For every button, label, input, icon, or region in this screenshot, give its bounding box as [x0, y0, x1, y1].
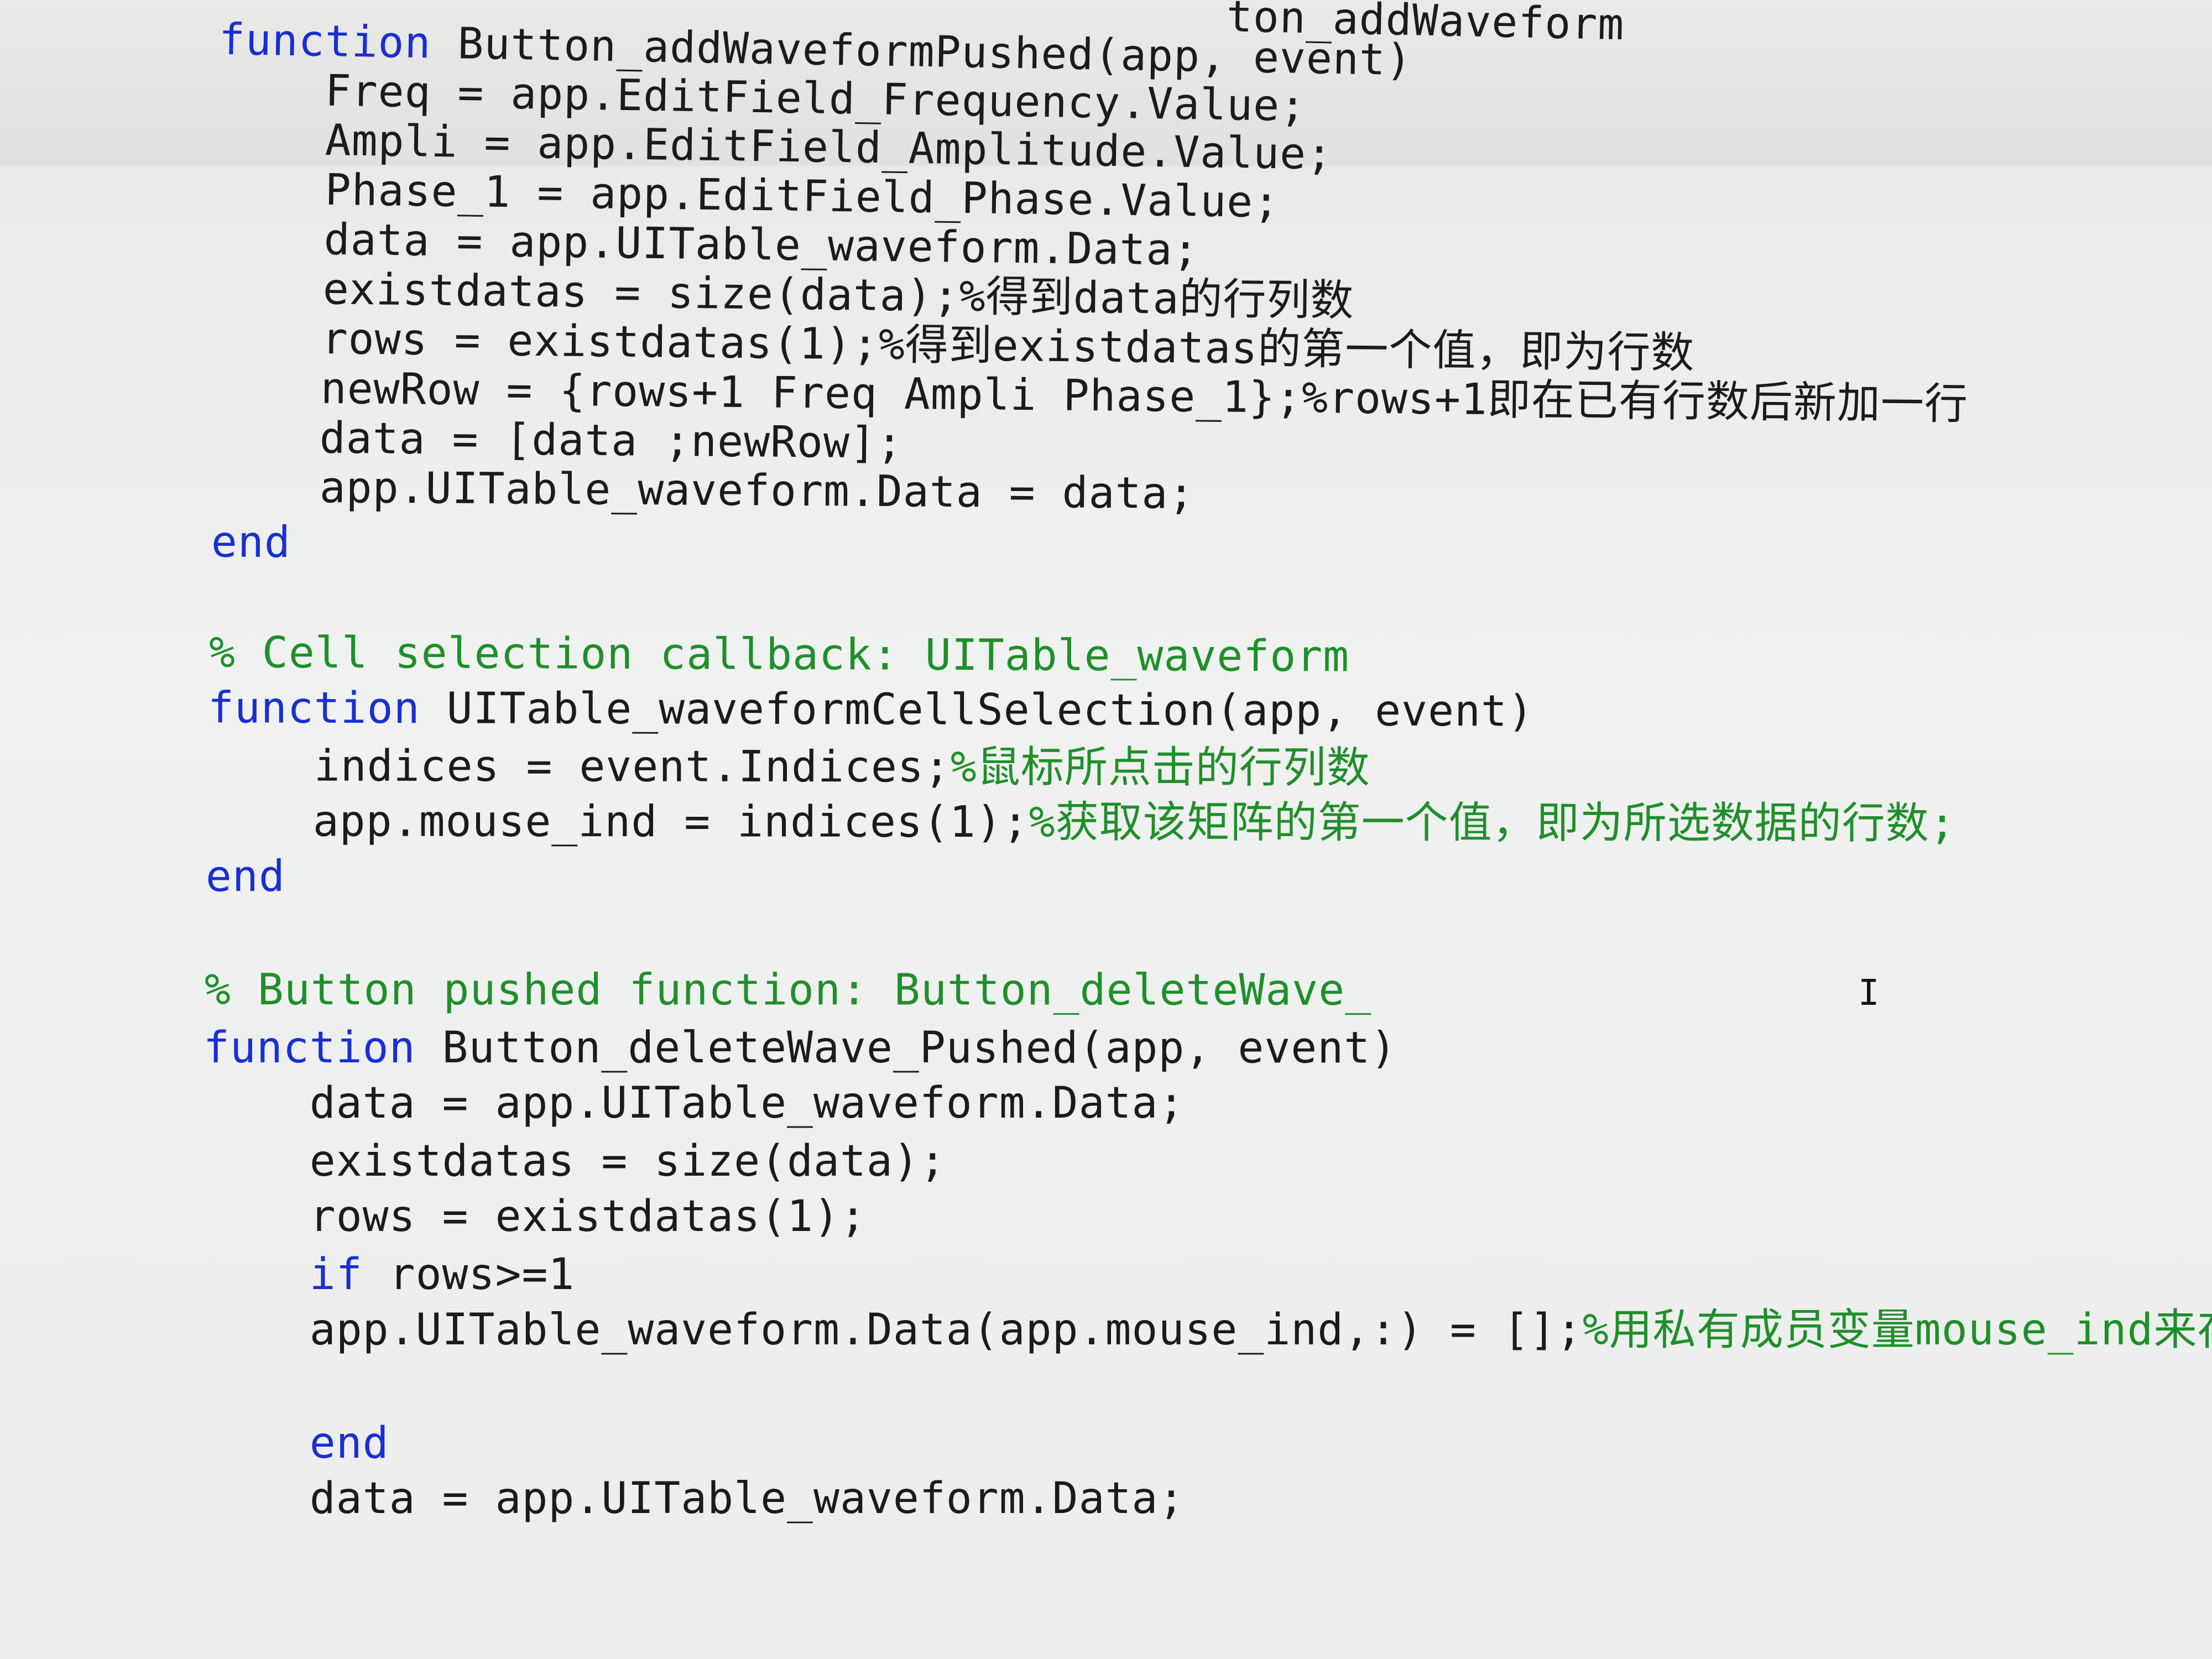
text-cursor-icon: I [1858, 973, 1880, 1014]
code-token: UITable_waveformCellSelection(app, event… [446, 684, 1535, 737]
code-line[interactable]: indices = event.Indices;%鼠标所点击的行列数 [155, 738, 1370, 796]
code-line[interactable]: data = app.UITable_waveform.Data; [150, 1076, 1185, 1131]
code-line[interactable]: % Cell selection callback: UITable_wavef… [156, 625, 1350, 685]
comment-token: % Button pushed function: Button_deleteW… [151, 965, 1372, 1015]
keyword-token: function [150, 1023, 442, 1073]
code-token: app.UITable_waveform.Data = data; [160, 462, 1195, 519]
code-token: rows = existdatas(1); [150, 1192, 867, 1241]
keyword-token: function [165, 14, 458, 69]
code-line[interactable]: end [153, 849, 285, 904]
comment-token: %获取该矩阵的第一个值，即为所选数据的行数; [1029, 797, 1956, 849]
code-line[interactable]: % Button pushed function: Button_deleteW… [152, 962, 1371, 1018]
keyword-token: end [150, 1418, 389, 1468]
code-line[interactable]: rows = existdatas(1); [150, 1189, 867, 1244]
keyword-token: if [150, 1250, 389, 1300]
code-token: data = app.UITable_waveform.Data; [150, 1474, 1185, 1524]
code-token: indices = event.Indices; [154, 741, 951, 792]
code-editor[interactable]: ton_addWaveform function Button_addWavef… [0, 0, 2212, 1659]
keyword-token: function [154, 683, 447, 734]
code-token: data = app.UITable_waveform.Data; [150, 1078, 1185, 1128]
code-line[interactable]: existdatas = size(data); [150, 1134, 946, 1189]
code-line[interactable]: app.UITable_waveform.Data(app.mouse_ind,… [150, 1302, 2212, 1358]
comment-token: %用私有成员变量mouse_ind来存鼠标在 [1582, 1305, 2212, 1355]
code-line[interactable]: end [150, 1416, 389, 1471]
code-token: app.UITable_waveform.Data(app.mouse_ind,… [150, 1305, 1583, 1355]
code-line[interactable]: app.mouse_ind = indices(1);%获取该矩阵的第一个值，即… [154, 794, 1956, 852]
code-lines[interactable]: ton_addWaveform function Button_addWavef… [0, 0, 2212, 1659]
code-line[interactable]: function Button_deleteWave_Pushed(app, e… [150, 1020, 1397, 1076]
comment-token: %鼠标所点击的行列数 [950, 742, 1370, 793]
code-line[interactable]: app.UITable_waveform.Data = data; [160, 459, 1195, 521]
comment-token: % Cell selection callback: UITable_wavef… [155, 628, 1350, 682]
code-token: existdatas = size(data); [150, 1136, 946, 1186]
keyword-token: end [158, 517, 291, 568]
code-token: rows>=1 [389, 1250, 575, 1300]
code-line[interactable]: data = app.UITable_waveform.Data; [150, 1471, 1185, 1526]
code-line[interactable]: end [158, 514, 291, 570]
code-line[interactable]: function UITable_waveformCellSelection(a… [155, 680, 1534, 739]
code-token: Button_deleteWave_Pushed(app, event) [442, 1023, 1397, 1073]
code-token: app.mouse_ind = indices(1); [153, 796, 1029, 848]
keyword-token: end [152, 852, 285, 902]
code-line[interactable]: if rows>=1 [150, 1247, 575, 1302]
